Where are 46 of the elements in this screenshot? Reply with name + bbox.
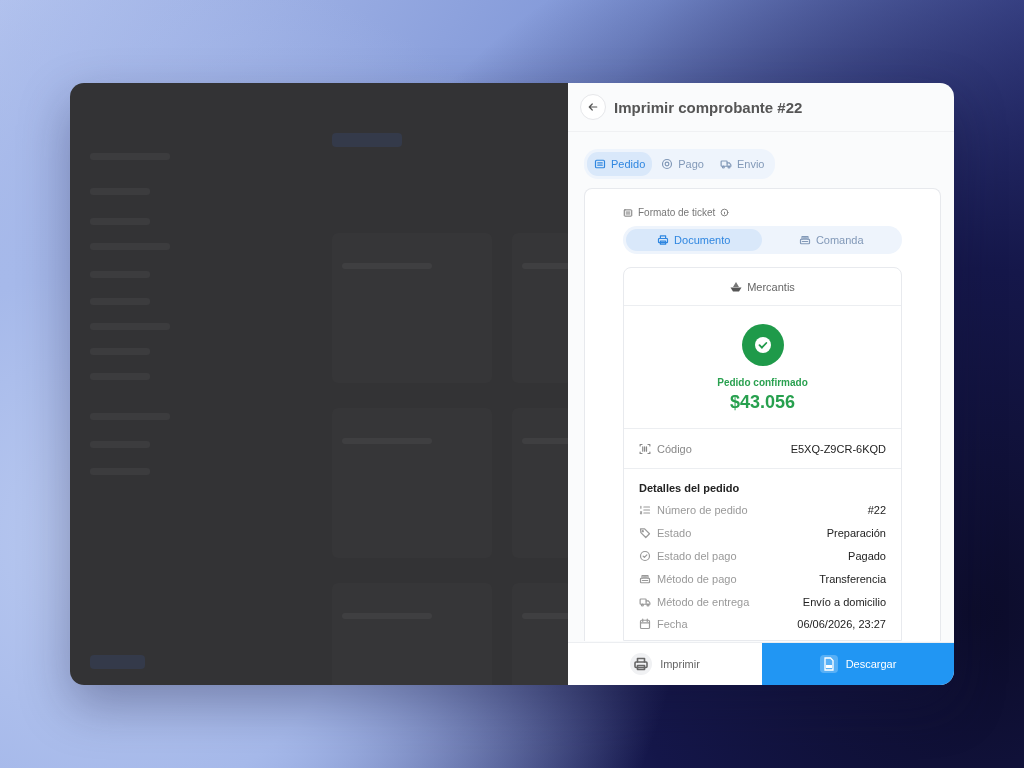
tab[interactable]: Envio — [712, 152, 772, 176]
back-button[interactable] — [580, 94, 606, 120]
tag-icon — [639, 527, 651, 540]
code-value: E5XQ-Z9CR-6KQD — [790, 442, 886, 455]
detail-label: Número de pedido — [657, 504, 748, 517]
status-text: Pedido confirmado — [717, 377, 808, 388]
detail-value: Envío a domicilio — [802, 595, 886, 608]
tab[interactable]: Pedido — [587, 152, 653, 176]
printer-icon — [657, 234, 670, 246]
list-icon — [594, 158, 606, 170]
detail-label: Estado del pago — [657, 550, 737, 562]
brand-name: Mercantis — [747, 280, 795, 293]
truck-icon — [719, 158, 732, 170]
total-amount: $43.056 — [729, 392, 796, 413]
code-label: Código — [657, 442, 692, 455]
detail-value: Preparación — [826, 527, 886, 540]
detail-label: Fecha — [657, 618, 688, 631]
barcode-scan-icon — [639, 442, 651, 455]
section-title: Detalles del pedido — [639, 482, 741, 494]
detail-value: #22 — [867, 504, 886, 517]
detail-label: Método de entrega — [657, 595, 750, 608]
print-button[interactable]: Imprimir — [568, 643, 762, 685]
numbered-list-icon — [639, 504, 651, 517]
register-icon — [639, 572, 651, 585]
pdf-file-icon — [819, 655, 838, 673]
field-label: Formato de ticket — [638, 207, 716, 218]
detail-value: Transferencia — [819, 572, 886, 585]
detail-value: 06/06/2026, 23:27 — [797, 618, 886, 631]
arrow-left-icon — [587, 101, 599, 113]
truck-icon — [639, 595, 651, 608]
format-option[interactable]: Comanda — [763, 229, 899, 251]
register-icon — [798, 234, 811, 246]
check-circle-icon — [741, 324, 784, 366]
drawer-title: Imprimir comprobante #22 — [614, 98, 803, 116]
info-icon — [720, 208, 730, 217]
ticket-icon — [623, 207, 633, 218]
printer-icon — [630, 653, 653, 675]
detail-label: Estado — [657, 527, 692, 540]
check-circle-icon — [639, 550, 651, 562]
detail-label: Método de pago — [657, 572, 737, 585]
format-option[interactable]: Documento — [626, 229, 762, 251]
coin-icon — [661, 158, 674, 170]
calendar-icon — [639, 618, 651, 631]
detail-value: Pagado — [848, 550, 886, 562]
tab[interactable]: Pago — [654, 152, 711, 176]
download-button[interactable]: Descargar — [762, 643, 954, 685]
